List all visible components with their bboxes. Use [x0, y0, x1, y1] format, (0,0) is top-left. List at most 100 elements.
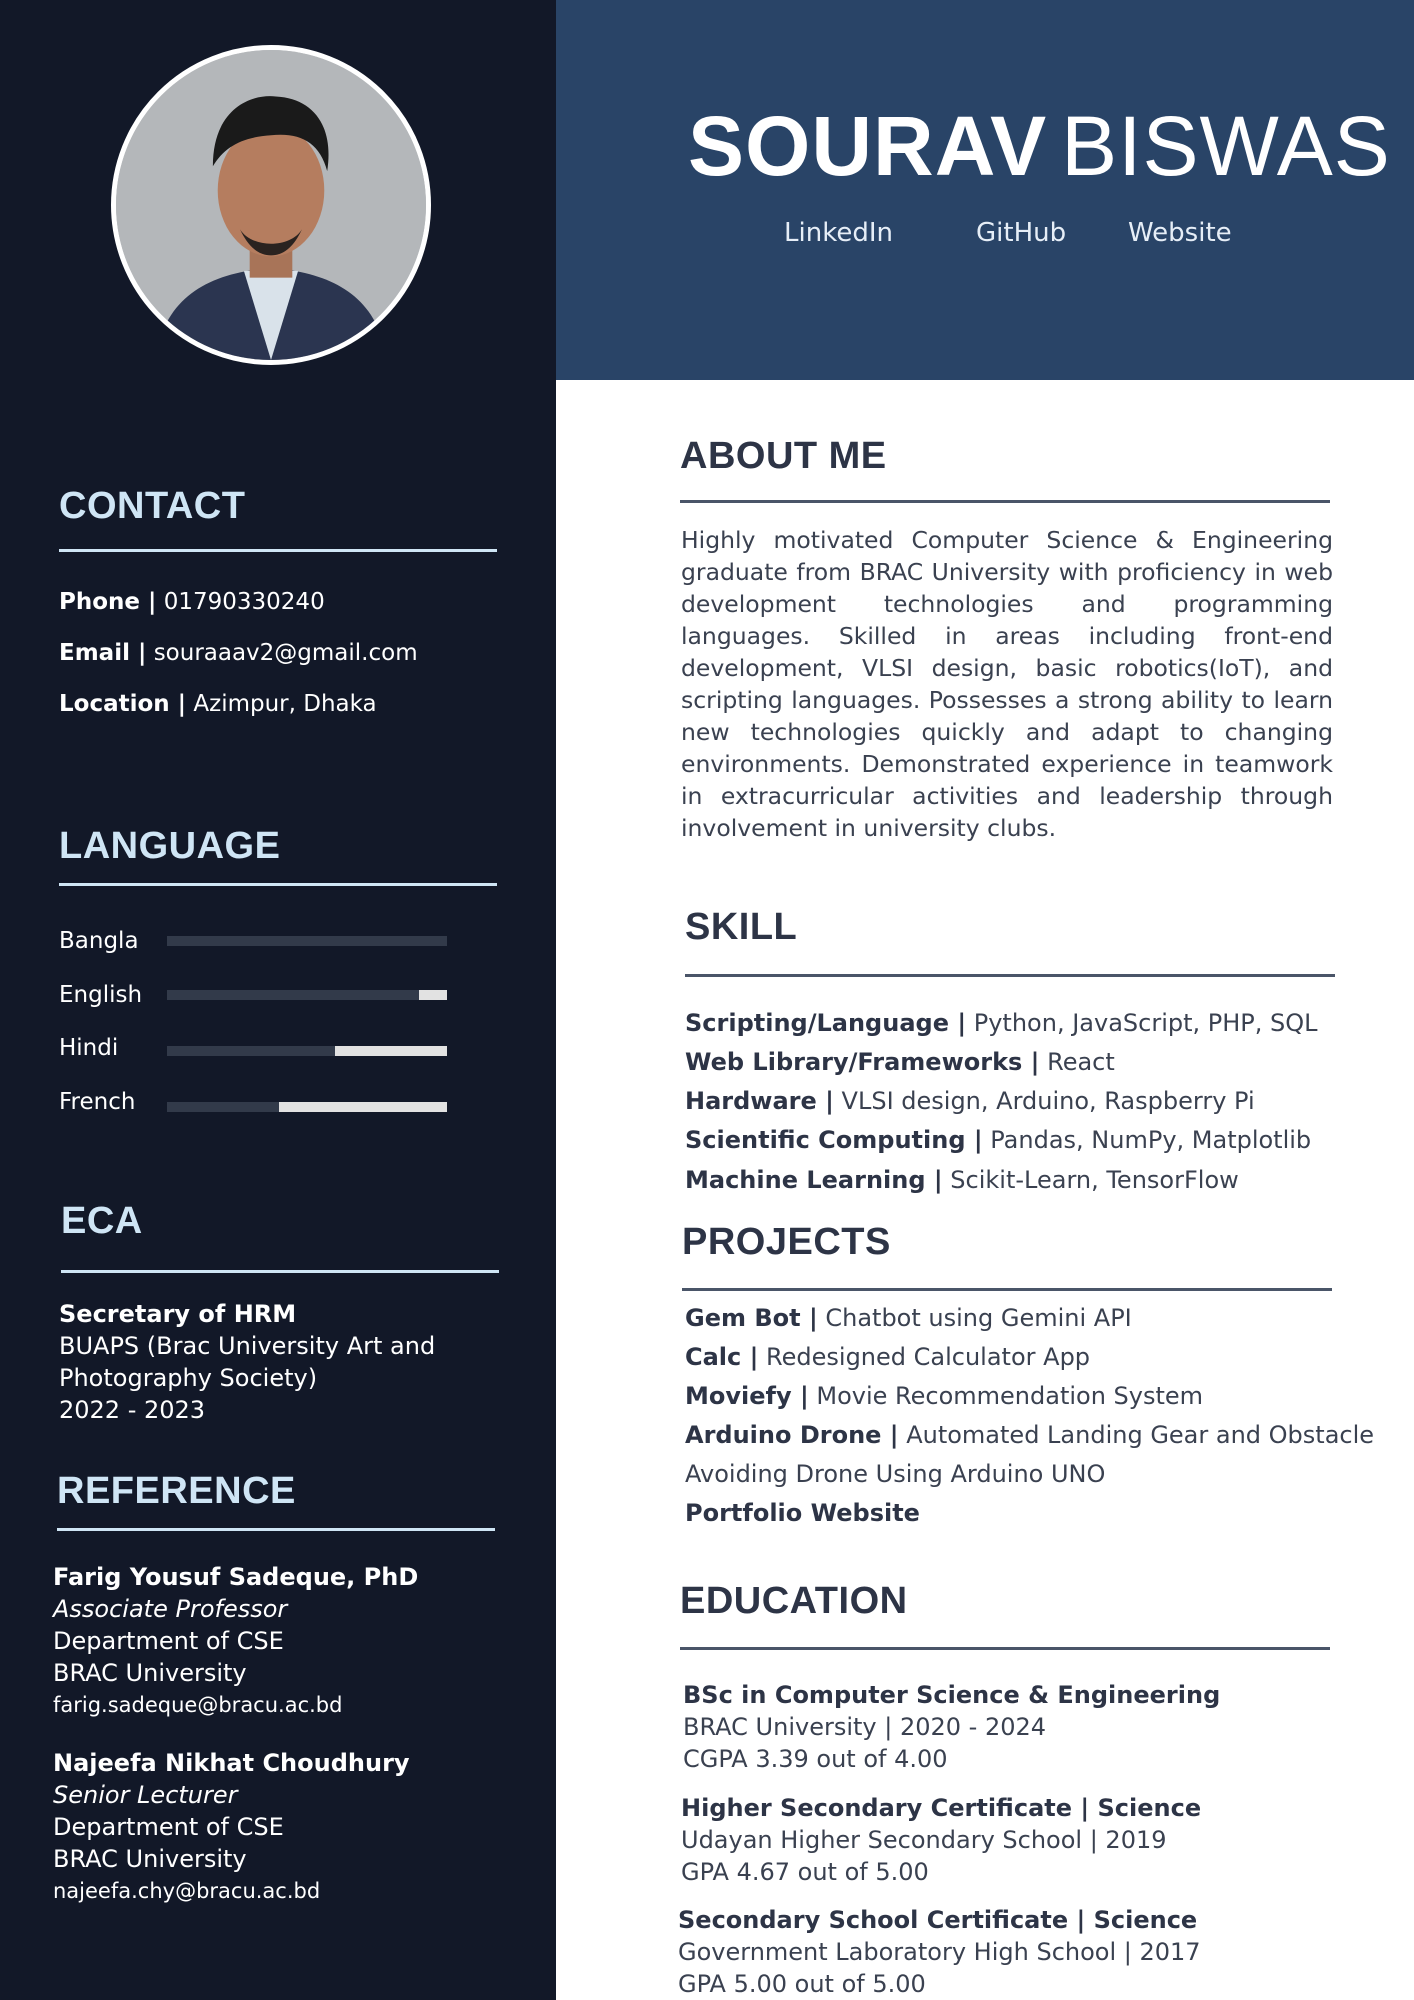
- profile-photo: [111, 45, 431, 365]
- education-entry: Secondary School Certificate | Science G…: [678, 1904, 1201, 2000]
- phone-label: Phone |: [59, 589, 157, 615]
- projects-heading: PROJECTS: [682, 1221, 891, 1263]
- skill-value: Scikit-Learn, TensorFlow: [950, 1166, 1239, 1194]
- language-name: Hindi: [59, 1035, 119, 1061]
- education-entry: Higher Secondary Certificate | Science U…: [681, 1792, 1201, 1888]
- projects-divider: [682, 1288, 1332, 1291]
- reference-email[interactable]: najeefa.chy@bracu.ac.bd: [53, 1875, 410, 1907]
- skill-value: React: [1047, 1048, 1115, 1076]
- reference-name: Farig Yousuf Sadeque, PhD: [53, 1563, 419, 1591]
- project-value: Avoiding Drone Using Arduino UNO: [685, 1460, 1106, 1488]
- phone-value: 01790330240: [163, 589, 325, 615]
- education-divider: [680, 1647, 1330, 1650]
- reference-org: BRAC University: [53, 1659, 247, 1687]
- education-school: Government Laboratory High School | 2017: [678, 1938, 1201, 1966]
- full-name: SOURAV BISWAS: [688, 98, 1391, 195]
- first-name: SOURAV: [688, 99, 1048, 193]
- contact-divider: [59, 549, 497, 552]
- github-link[interactable]: GitHub: [976, 218, 1066, 248]
- contact-heading: CONTACT: [59, 485, 246, 527]
- about-divider: [680, 500, 1330, 503]
- skill-value: Pandas, NumPy, Matplotlib: [990, 1126, 1312, 1154]
- skill-value: Python, JavaScript, PHP, SQL: [973, 1009, 1318, 1037]
- reference-org: BRAC University: [53, 1845, 247, 1873]
- skill-label: Scripting/Language |: [685, 1009, 967, 1037]
- project-label: Gem Bot |: [685, 1304, 818, 1332]
- skill-heading: SKILL: [685, 906, 798, 948]
- language-level-bar: [167, 936, 447, 946]
- reference-entry: Farig Yousuf Sadeque, PhD Associate Prof…: [53, 1561, 418, 1721]
- project-value: Redesigned Calculator App: [766, 1343, 1091, 1371]
- skill-item: Machine Learning | Scikit-Learn, TensorF…: [685, 1166, 1239, 1194]
- education-degree: Secondary School Certificate | Science: [678, 1906, 1198, 1934]
- reference-title: Associate Professor: [53, 1595, 288, 1623]
- education-degree: BSc in Computer Science & Engineering: [683, 1681, 1221, 1709]
- last-name: BISWAS: [1061, 99, 1391, 193]
- project-item: Avoiding Drone Using Arduino UNO: [685, 1460, 1105, 1488]
- language-level-fill: [167, 1046, 335, 1056]
- project-value: Movie Recommendation System: [816, 1382, 1204, 1410]
- language-divider: [59, 883, 497, 886]
- reference-dept: Department of CSE: [53, 1627, 284, 1655]
- location-value: Azimpur, Dhaka: [193, 691, 377, 717]
- project-label: Arduino Drone |: [685, 1421, 899, 1449]
- skill-value: VLSI design, Arduino, Raspberry Pi: [841, 1087, 1255, 1115]
- language-name: French: [59, 1089, 136, 1115]
- project-label: Portfolio Website: [685, 1499, 920, 1527]
- skill-item: Hardware | VLSI design, Arduino, Raspber…: [685, 1087, 1255, 1115]
- project-value: Chatbot using Gemini API: [825, 1304, 1132, 1332]
- contact-phone: Phone | 01790330240: [59, 589, 325, 615]
- project-item: Moviefy | Movie Recommendation System: [685, 1382, 1203, 1410]
- reference-name: Najeefa Nikhat Choudhury: [53, 1749, 410, 1777]
- skill-label: Machine Learning |: [685, 1166, 943, 1194]
- project-label: Moviefy |: [685, 1382, 809, 1410]
- reference-dept: Department of CSE: [53, 1813, 284, 1841]
- language-level-fill: [167, 1102, 279, 1112]
- reference-email[interactable]: farig.sadeque@bracu.ac.bd: [53, 1689, 418, 1721]
- eca-org: BUAPS (Brac University Art and Photograp…: [59, 1332, 436, 1392]
- email-value[interactable]: souraaav2@gmail.com: [154, 640, 418, 666]
- reference-divider: [57, 1528, 495, 1531]
- project-value: Automated Landing Gear and Obstacle: [906, 1421, 1375, 1449]
- education-grade: GPA 5.00 out of 5.00: [678, 1970, 926, 1998]
- language-name: English: [59, 982, 143, 1008]
- project-item: Arduino Drone | Automated Landing Gear a…: [685, 1421, 1374, 1449]
- profile-photo-icon: [116, 50, 426, 360]
- language-name: Bangla: [59, 928, 139, 954]
- education-entry: BSc in Computer Science & Engineering BR…: [683, 1679, 1220, 1775]
- reference-title: Senior Lecturer: [53, 1781, 238, 1809]
- website-link[interactable]: Website: [1128, 218, 1232, 248]
- language-heading: LANGUAGE: [59, 825, 281, 867]
- sidebar: CONTACT Phone | 01790330240 Email | sour…: [0, 0, 556, 2000]
- language-level-bar: [167, 1102, 447, 1112]
- language-level-bar: [167, 1046, 447, 1056]
- project-item: Gem Bot | Chatbot using Gemini API: [685, 1304, 1132, 1332]
- about-text: Highly motivated Computer Science & Engi…: [681, 526, 1333, 842]
- project-label: Calc |: [685, 1343, 759, 1371]
- education-grade: CGPA 3.39 out of 4.00: [683, 1745, 948, 1773]
- education-grade: GPA 4.67 out of 5.00: [681, 1858, 929, 1886]
- skill-item: Scripting/Language | Python, JavaScript,…: [685, 1009, 1318, 1037]
- linkedin-link[interactable]: LinkedIn: [784, 218, 893, 248]
- eca-divider: [61, 1270, 499, 1273]
- skill-divider: [685, 974, 1335, 977]
- education-heading: EDUCATION: [680, 1580, 908, 1622]
- contact-email: Email | souraaav2@gmail.com: [59, 640, 418, 666]
- contact-location: Location | Azimpur, Dhaka: [59, 691, 377, 717]
- eca-heading: ECA: [61, 1200, 143, 1242]
- skill-item: Scientific Computing | Pandas, NumPy, Ma…: [685, 1126, 1311, 1154]
- project-item: Calc | Redesigned Calculator App: [685, 1343, 1090, 1371]
- education-degree: Higher Secondary Certificate | Science: [681, 1794, 1202, 1822]
- language-level-fill: [167, 936, 447, 946]
- language-level-bar: [167, 990, 447, 1000]
- project-item: Portfolio Website: [685, 1499, 920, 1527]
- skill-label: Web Library/Frameworks |: [685, 1048, 1040, 1076]
- education-school: BRAC University | 2020 - 2024: [683, 1713, 1047, 1741]
- language-level-fill: [167, 990, 419, 1000]
- about-heading: ABOUT ME: [680, 435, 887, 477]
- reference-heading: REFERENCE: [57, 1470, 296, 1512]
- skill-label: Scientific Computing |: [685, 1126, 983, 1154]
- location-label: Location |: [59, 691, 187, 717]
- skill-item: Web Library/Frameworks | React: [685, 1048, 1115, 1076]
- education-school: Udayan Higher Secondary School | 2019: [681, 1826, 1167, 1854]
